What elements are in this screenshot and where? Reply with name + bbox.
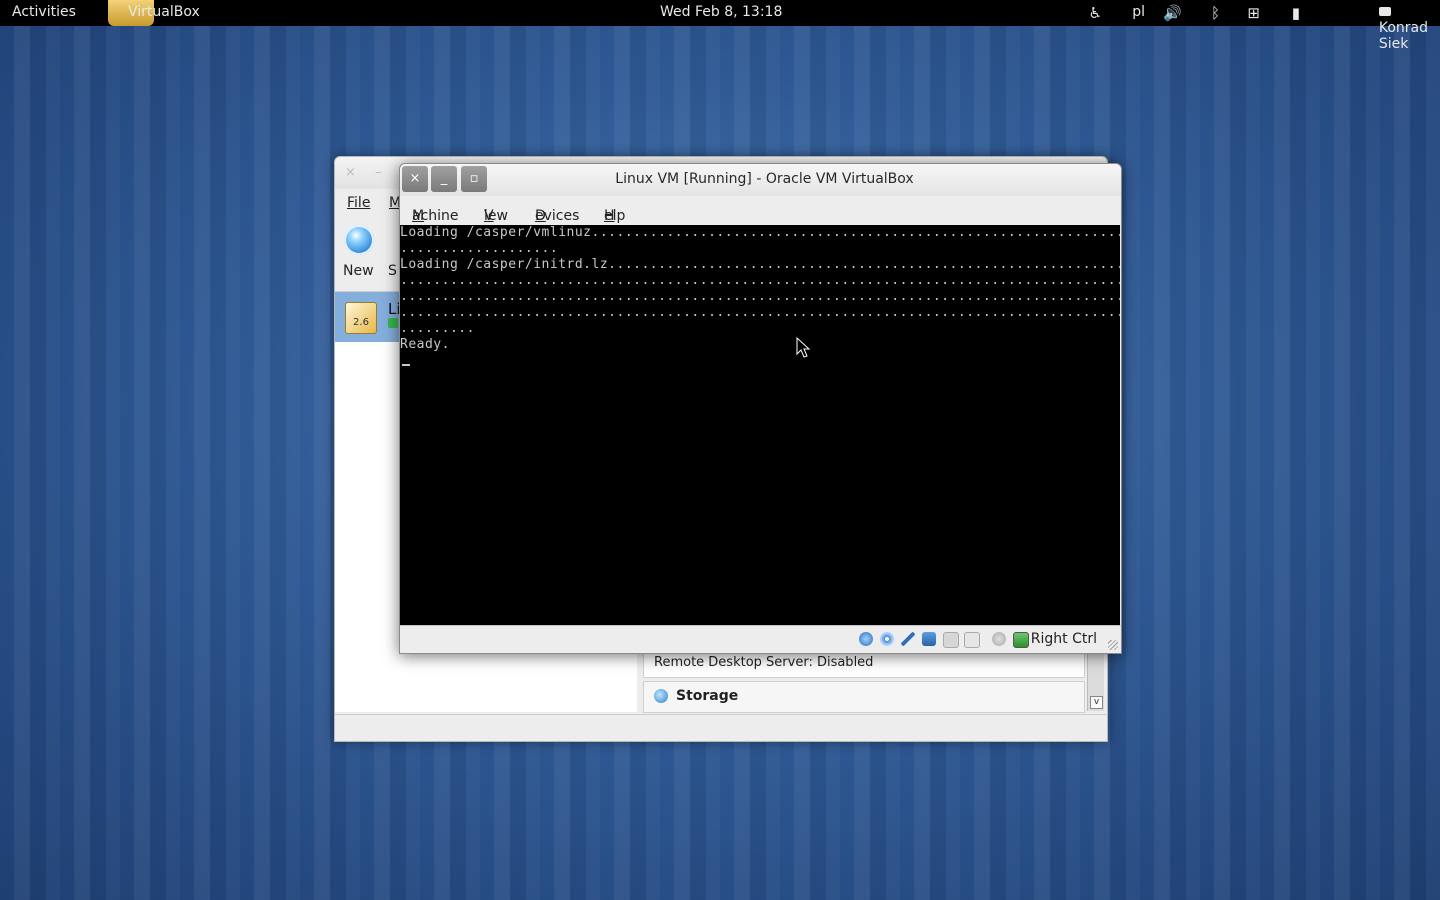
app-menu[interactable]: VirtualBox — [104, 0, 234, 26]
console-line: Loading /casper/vmlinuz.................… — [400, 225, 1120, 240]
shared-folders-icon[interactable] — [943, 632, 959, 648]
app-menu-label: VirtualBox — [128, 4, 200, 20]
vm-statusbar: Right Ctrl — [400, 625, 1121, 653]
console-line: ........................................… — [400, 305, 1120, 320]
settings-button[interactable]: S — [388, 263, 397, 279]
vm-window-title: Linux VM [Running] - Oracle VM VirtualBo… — [615, 171, 914, 187]
console-line: Loading /casper/initrd.lz...............… — [400, 257, 1120, 272]
hard-disk-icon[interactable] — [859, 632, 873, 646]
network-icon[interactable]: ⊞ — [1247, 4, 1260, 22]
network-adapter-icon[interactable] — [922, 632, 936, 646]
scroll-down-icon[interactable]: v — [1090, 696, 1103, 709]
text-cursor — [402, 364, 410, 366]
menu-machine-rest: achine — [412, 208, 459, 224]
optical-drive-icon[interactable] — [880, 632, 894, 646]
menu-devices-rest: evices — [535, 208, 580, 224]
chat-icon — [1378, 7, 1391, 16]
user-name: Konrad Siek — [1378, 20, 1428, 52]
manager-statusbar — [335, 714, 1107, 741]
manager-minimize-icon[interactable]: – — [375, 165, 382, 180]
mouse-pointer-icon — [796, 337, 811, 358]
details-scrollbar[interactable]: v — [1087, 647, 1104, 711]
vm-titlebar[interactable]: × _ ▫ Linux VM [Running] - Oracle VM Vir… — [400, 164, 1121, 196]
console-line: ........................................… — [400, 289, 1120, 304]
activities-button[interactable]: Activities — [12, 4, 76, 20]
new-vm-icon[interactable] — [344, 225, 374, 255]
vm-window: × _ ▫ Linux VM [Running] - Oracle VM Vir… — [399, 163, 1122, 654]
remote-desktop-label: Remote Desktop Server: Disabled — [654, 655, 874, 670]
mouse-integration-icon[interactable] — [992, 632, 1006, 646]
remote-desktop-row: Remote Desktop Server: Disabled — [643, 651, 1085, 678]
host-key-label: Right Ctrl — [1030, 631, 1097, 647]
storage-icon — [654, 689, 668, 703]
vm-console-screen[interactable]: Loading /casper/vmlinuz.................… — [400, 225, 1120, 625]
resize-grip[interactable] — [1108, 640, 1118, 650]
keyboard-capture-icon[interactable] — [1013, 632, 1029, 648]
menu-help-rest: elp — [604, 208, 626, 224]
user-menu[interactable]: Konrad Siek — [1378, 4, 1428, 52]
menu-view-rest: iew — [484, 208, 508, 224]
clock[interactable]: Wed Feb 8, 13:18 — [660, 4, 782, 20]
storage-section-header[interactable]: Storage — [643, 681, 1085, 713]
new-vm-button[interactable]: New — [343, 263, 374, 279]
manager-close-icon[interactable]: × — [345, 165, 356, 180]
console-line: ................... — [400, 241, 559, 256]
linux-os-icon: 2.6 — [345, 302, 377, 334]
storage-label: Storage — [676, 688, 739, 704]
vm-menubar: Machine View Devices Help — [412, 208, 626, 224]
battery-icon[interactable]: ▮ — [1292, 4, 1300, 22]
console-line: ........................................… — [400, 273, 1120, 288]
usb-icon[interactable] — [901, 632, 915, 646]
os-version-label: 2.6 — [353, 317, 369, 328]
bluetooth-icon[interactable]: ᛒ — [1211, 4, 1220, 22]
top-bar: Activities VirtualBox Wed Feb 8, 13:18 ♿… — [0, 0, 1440, 52]
keyboard-layout[interactable]: pl — [1132, 4, 1145, 20]
console-line: ......... — [400, 321, 475, 336]
display-icon[interactable] — [964, 632, 980, 648]
running-state-icon — [388, 318, 398, 328]
accessibility-icon[interactable]: ♿ — [1089, 4, 1102, 22]
console-line: Ready. — [400, 337, 450, 352]
volume-icon[interactable]: 🔊 — [1163, 4, 1182, 22]
manager-menu-file[interactable]: File — [347, 195, 370, 211]
details-pane: Remote Desktop Server: Disabled Storage — [641, 647, 1091, 713]
